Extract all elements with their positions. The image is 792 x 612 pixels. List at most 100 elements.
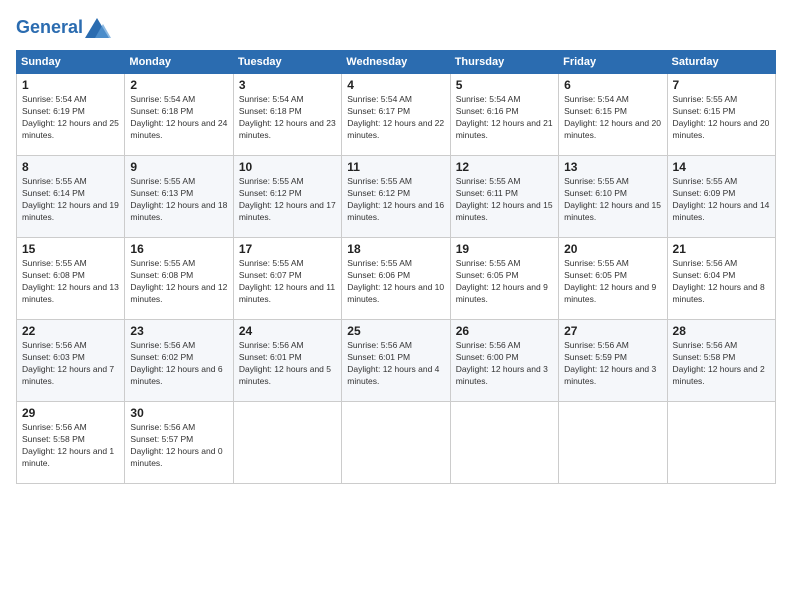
day-header-thursday: Thursday — [450, 51, 558, 74]
calendar-cell: 12Sunrise: 5:55 AMSunset: 6:11 PMDayligh… — [450, 156, 558, 238]
day-number: 29 — [22, 406, 119, 420]
day-detail: Sunrise: 5:55 AMSunset: 6:05 PMDaylight:… — [564, 258, 661, 306]
calendar-cell: 1 Sunrise: 5:54 AMSunset: 6:19 PMDaylight… — [17, 74, 125, 156]
day-number: 4 — [347, 78, 444, 92]
calendar-cell: 6Sunrise: 5:54 AMSunset: 6:15 PMDaylight… — [559, 74, 667, 156]
day-number: 2 — [130, 78, 227, 92]
day-detail: Sunrise: 5:55 AMSunset: 6:07 PMDaylight:… — [239, 258, 336, 306]
day-detail: Sunrise: 5:55 AMSunset: 6:10 PMDaylight:… — [564, 176, 661, 224]
day-detail: Sunrise: 5:55 AMSunset: 6:14 PMDaylight:… — [22, 176, 119, 224]
day-header-wednesday: Wednesday — [342, 51, 450, 74]
calendar-week-3: 15Sunrise: 5:55 AMSunset: 6:08 PMDayligh… — [17, 238, 776, 320]
calendar-cell — [233, 402, 341, 484]
day-number: 17 — [239, 242, 336, 256]
calendar-cell: 18 Sunrise: 5:55 AMSunset: 6:06 PMDayligh… — [342, 238, 450, 320]
calendar-cell: 11 Sunrise: 5:55 AMSunset: 6:12 PMDayligh… — [342, 156, 450, 238]
day-number: 27 — [564, 324, 661, 338]
day-number: 12 — [456, 160, 553, 174]
page-container: General SundayMondayTuesdayWednesdayThur… — [0, 0, 792, 612]
day-number: 10 — [239, 160, 336, 174]
calendar-cell — [450, 402, 558, 484]
day-detail: Sunrise: 5:56 AMSunset: 6:00 PMDaylight:… — [456, 340, 553, 388]
calendar-cell: 26 Sunrise: 5:56 AMSunset: 6:00 PMDayligh… — [450, 320, 558, 402]
calendar-cell — [342, 402, 450, 484]
day-number: 7 — [673, 78, 770, 92]
day-header-tuesday: Tuesday — [233, 51, 341, 74]
day-header-saturday: Saturday — [667, 51, 775, 74]
day-detail: Sunrise: 5:55 AMSunset: 6:15 PMDaylight:… — [673, 94, 770, 142]
calendar-cell: 5 Sunrise: 5:54 AMSunset: 6:16 PMDaylight… — [450, 74, 558, 156]
calendar-cell: 17 Sunrise: 5:55 AMSunset: 6:07 PMDayligh… — [233, 238, 341, 320]
day-detail: Sunrise: 5:56 AMSunset: 6:04 PMDaylight:… — [673, 258, 770, 306]
day-detail: Sunrise: 5:56 AMSunset: 6:01 PMDaylight:… — [347, 340, 444, 388]
calendar-cell: 24 Sunrise: 5:56 AMSunset: 6:01 PMDayligh… — [233, 320, 341, 402]
day-header-monday: Monday — [125, 51, 233, 74]
calendar-cell: 20 Sunrise: 5:55 AMSunset: 6:05 PMDayligh… — [559, 238, 667, 320]
calendar-week-4: 22 Sunrise: 5:56 AMSunset: 6:03 PMDayligh… — [17, 320, 776, 402]
day-detail: Sunrise: 5:55 AMSunset: 6:08 PMDaylight:… — [22, 258, 119, 306]
day-number: 6 — [564, 78, 661, 92]
calendar-cell: 14 Sunrise: 5:55 AMSunset: 6:09 PMDayligh… — [667, 156, 775, 238]
calendar-cell: 9 Sunrise: 5:55 AMSunset: 6:13 PMDaylight… — [125, 156, 233, 238]
calendar-cell — [667, 402, 775, 484]
day-detail: Sunrise: 5:56 AMSunset: 5:58 PMDaylight:… — [673, 340, 770, 388]
day-number: 26 — [456, 324, 553, 338]
calendar-cell: 8 Sunrise: 5:55 AMSunset: 6:14 PMDaylight… — [17, 156, 125, 238]
day-detail: Sunrise: 5:55 AMSunset: 6:09 PMDaylight:… — [673, 176, 770, 224]
calendar-cell: 16 Sunrise: 5:55 AMSunset: 6:08 PMDayligh… — [125, 238, 233, 320]
day-number: 11 — [347, 160, 444, 174]
day-detail: Sunrise: 5:55 AMSunset: 6:05 PMDaylight:… — [456, 258, 553, 306]
calendar-week-5: 29 Sunrise: 5:56 AMSunset: 5:58 PMDayligh… — [17, 402, 776, 484]
logo-icon — [83, 16, 111, 40]
calendar-cell: 23Sunrise: 5:56 AMSunset: 6:02 PMDayligh… — [125, 320, 233, 402]
day-detail: Sunrise: 5:54 AMSunset: 6:16 PMDaylight:… — [456, 94, 553, 142]
day-detail: Sunrise: 5:56 AMSunset: 5:58 PMDaylight:… — [22, 422, 119, 470]
day-detail: Sunrise: 5:54 AMSunset: 6:18 PMDaylight:… — [239, 94, 336, 142]
page-header: General — [16, 16, 776, 40]
calendar-week-2: 8 Sunrise: 5:55 AMSunset: 6:14 PMDaylight… — [17, 156, 776, 238]
day-detail: Sunrise: 5:56 AMSunset: 5:57 PMDaylight:… — [130, 422, 227, 470]
day-number: 9 — [130, 160, 227, 174]
day-number: 30 — [130, 406, 227, 420]
calendar-cell: 30 Sunrise: 5:56 AMSunset: 5:57 PMDayligh… — [125, 402, 233, 484]
day-detail: Sunrise: 5:56 AMSunset: 6:01 PMDaylight:… — [239, 340, 336, 388]
day-number: 23 — [130, 324, 227, 338]
day-number: 22 — [22, 324, 119, 338]
day-number: 16 — [130, 242, 227, 256]
calendar-cell: 3Sunrise: 5:54 AMSunset: 6:18 PMDaylight… — [233, 74, 341, 156]
day-number: 20 — [564, 242, 661, 256]
day-detail: Sunrise: 5:55 AMSunset: 6:08 PMDaylight:… — [130, 258, 227, 306]
day-detail: Sunrise: 5:54 AMSunset: 6:19 PMDaylight:… — [22, 94, 119, 142]
day-detail: Sunrise: 5:55 AMSunset: 6:13 PMDaylight:… — [130, 176, 227, 224]
day-detail: Sunrise: 5:56 AMSunset: 5:59 PMDaylight:… — [564, 340, 661, 388]
calendar-cell: 21 Sunrise: 5:56 AMSunset: 6:04 PMDayligh… — [667, 238, 775, 320]
day-header-friday: Friday — [559, 51, 667, 74]
day-number: 25 — [347, 324, 444, 338]
calendar-cell: 28Sunrise: 5:56 AMSunset: 5:58 PMDayligh… — [667, 320, 775, 402]
logo: General — [16, 16, 111, 40]
day-number: 21 — [673, 242, 770, 256]
day-number: 8 — [22, 160, 119, 174]
day-number: 1 — [22, 78, 119, 92]
day-detail: Sunrise: 5:56 AMSunset: 6:03 PMDaylight:… — [22, 340, 119, 388]
day-number: 5 — [456, 78, 553, 92]
day-header-sunday: Sunday — [17, 51, 125, 74]
calendar-cell — [559, 402, 667, 484]
day-number: 14 — [673, 160, 770, 174]
calendar-cell: 29 Sunrise: 5:56 AMSunset: 5:58 PMDayligh… — [17, 402, 125, 484]
day-detail: Sunrise: 5:55 AMSunset: 6:06 PMDaylight:… — [347, 258, 444, 306]
calendar-header-row: SundayMondayTuesdayWednesdayThursdayFrid… — [17, 51, 776, 74]
calendar-cell: 22 Sunrise: 5:56 AMSunset: 6:03 PMDayligh… — [17, 320, 125, 402]
calendar-cell: 10 Sunrise: 5:55 AMSunset: 6:12 PMDayligh… — [233, 156, 341, 238]
day-number: 18 — [347, 242, 444, 256]
day-number: 19 — [456, 242, 553, 256]
day-detail: Sunrise: 5:55 AMSunset: 6:12 PMDaylight:… — [347, 176, 444, 224]
calendar-cell: 13Sunrise: 5:55 AMSunset: 6:10 PMDayligh… — [559, 156, 667, 238]
day-detail: Sunrise: 5:54 AMSunset: 6:18 PMDaylight:… — [130, 94, 227, 142]
calendar-cell: 4Sunrise: 5:54 AMSunset: 6:17 PMDaylight… — [342, 74, 450, 156]
day-detail: Sunrise: 5:55 AMSunset: 6:12 PMDaylight:… — [239, 176, 336, 224]
calendar-cell: 7 Sunrise: 5:55 AMSunset: 6:15 PMDaylight… — [667, 74, 775, 156]
day-number: 24 — [239, 324, 336, 338]
calendar-week-1: 1 Sunrise: 5:54 AMSunset: 6:19 PMDaylight… — [17, 74, 776, 156]
calendar-cell: 15Sunrise: 5:55 AMSunset: 6:08 PMDayligh… — [17, 238, 125, 320]
